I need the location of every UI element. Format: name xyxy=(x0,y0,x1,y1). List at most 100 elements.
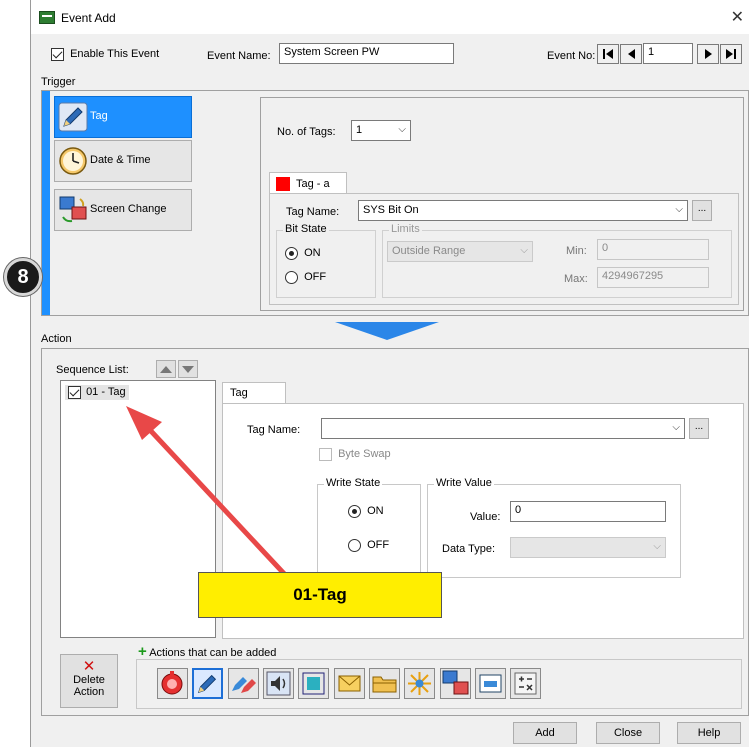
action-screen-change-button[interactable] xyxy=(440,668,471,699)
radio-selected-icon xyxy=(285,247,298,260)
action-email-button[interactable] xyxy=(334,668,365,699)
event-name-label: Event Name: xyxy=(207,50,271,62)
triangle-up-icon xyxy=(160,366,172,373)
step-badge-text: 8 xyxy=(17,266,29,288)
no-of-tags-value: 1 xyxy=(356,124,363,136)
min-label: Min: xyxy=(566,245,587,257)
chevron-down-icon: ⌵ xyxy=(672,422,680,433)
write-state-off-radio[interactable]: OFF xyxy=(348,539,389,552)
action-calc-button[interactable] xyxy=(510,668,541,699)
speaker-icon xyxy=(266,671,291,696)
bit-state-on-radio[interactable]: ON xyxy=(285,247,321,260)
trigger-tag-name-label: Tag Name: xyxy=(286,206,340,218)
value-label: Value: xyxy=(470,511,501,523)
move-up-button[interactable] xyxy=(156,360,176,378)
action-tag-name-select[interactable]: ⌵ xyxy=(321,418,685,439)
prev-event-button[interactable] xyxy=(620,44,642,64)
delete-action-button[interactable]: ✕ Delete Action xyxy=(60,654,118,708)
trigger-tag-button[interactable]: Tag xyxy=(54,96,192,138)
add-button[interactable]: Add xyxy=(513,722,577,744)
sequence-item-label: 01 - Tag xyxy=(86,386,126,399)
last-icon xyxy=(726,49,736,59)
write-state-on-radio[interactable]: ON xyxy=(348,505,384,518)
action-tag-button[interactable] xyxy=(192,668,223,699)
action-section-label: Action xyxy=(41,333,72,345)
tag-color-swatch xyxy=(276,177,290,191)
no-of-tags-select[interactable]: 1 ⌵ xyxy=(351,120,411,141)
checkbox-icon xyxy=(68,386,81,399)
help-button[interactable]: Help xyxy=(677,722,741,744)
tag-pen-icon xyxy=(197,674,217,694)
value-input[interactable]: 0 xyxy=(510,501,666,522)
min-input[interactable]: 0 xyxy=(597,239,709,260)
trigger-date-time-button[interactable]: Date & Time xyxy=(54,140,192,182)
trigger-section: Tag Date & Time Screen Change No. of Tag… xyxy=(41,90,749,316)
sequence-item[interactable]: 01 - Tag xyxy=(65,385,129,400)
trigger-tag-browse-button[interactable]: ... xyxy=(692,200,712,221)
event-no-input[interactable]: 1 xyxy=(643,43,693,64)
action-window-button[interactable] xyxy=(475,668,506,699)
bit-state-off-radio[interactable]: OFF xyxy=(285,271,326,284)
write-state-label: Write State xyxy=(324,477,383,489)
move-down-button[interactable] xyxy=(178,360,198,378)
delete-x-icon: ✕ xyxy=(82,658,96,675)
mail-icon xyxy=(338,675,361,692)
action-alarm-button[interactable] xyxy=(157,668,188,699)
enable-event-checkbox[interactable]: Enable This Event xyxy=(51,48,159,61)
action-screen-capture-button[interactable] xyxy=(298,668,329,699)
callout-box: 01-Tag xyxy=(198,572,442,618)
data-type-label: Data Type: xyxy=(442,543,495,555)
sequence-list: 01 - Tag xyxy=(60,380,216,638)
last-event-button[interactable] xyxy=(720,44,742,64)
close-icon[interactable]: ✕ xyxy=(731,7,744,27)
limits-group: Limits Outside Range ⌵ Min: 0 Max: 429496… xyxy=(382,223,732,298)
max-label: Max: xyxy=(564,273,588,285)
first-event-button[interactable] xyxy=(597,44,619,64)
tag-pen-icon xyxy=(58,102,88,132)
trigger-tag-label: Tag xyxy=(90,110,108,122)
action-tag-tab[interactable]: Tag xyxy=(222,382,286,404)
actions-can-add-label: Actions that can be added xyxy=(149,647,277,659)
next-event-button[interactable] xyxy=(697,44,719,64)
plus-icon: + xyxy=(138,643,147,660)
trigger-screen-change-label: Screen Change xyxy=(90,203,167,215)
screen-change-icon xyxy=(442,670,469,695)
step-badge: 8 xyxy=(4,258,42,296)
action-tag-copy-button[interactable] xyxy=(228,668,259,699)
close-button[interactable]: Close xyxy=(596,722,660,744)
actions-palette xyxy=(136,659,742,709)
action-tag-browse-button[interactable]: ... xyxy=(689,418,709,439)
action-sound-button[interactable] xyxy=(263,668,294,699)
event-no-label: Event No: xyxy=(547,50,596,62)
checkbox-icon xyxy=(51,48,64,61)
write-state-off-label: OFF xyxy=(367,539,390,552)
callout-text: 01-Tag xyxy=(293,585,347,604)
window-title: Event Add xyxy=(61,11,116,25)
tag-copy-icon xyxy=(232,677,256,693)
limits-mode-select[interactable]: Outside Range ⌵ xyxy=(387,241,533,262)
data-type-select[interactable]: ⌵ xyxy=(510,537,666,558)
trigger-tag-name-value: SYS Bit On xyxy=(363,204,419,216)
first-icon xyxy=(603,49,613,59)
action-file-button[interactable] xyxy=(369,668,400,699)
chevron-down-icon: ⌵ xyxy=(675,204,683,215)
chevron-down-icon: ⌵ xyxy=(520,245,528,256)
enable-event-label: Enable This Event xyxy=(70,48,160,61)
max-input[interactable]: 4294967295 xyxy=(597,267,709,288)
byte-swap-checkbox[interactable]: Byte Swap xyxy=(319,448,391,461)
trigger-accent-bar xyxy=(42,91,50,315)
write-value-group: Write Value Value: 0 Data Type: ⌵ xyxy=(427,477,681,578)
event-add-window: Event Add ✕ Enable This Event Event Name… xyxy=(30,0,749,747)
write-value-label: Write Value xyxy=(434,477,494,489)
chevron-down-icon: ⌵ xyxy=(398,124,406,135)
trigger-date-time-label: Date & Time xyxy=(90,154,151,166)
trigger-screen-change-button[interactable]: Screen Change xyxy=(54,189,192,231)
event-name-input[interactable]: System Screen PW xyxy=(279,43,454,64)
action-light-button[interactable] xyxy=(404,668,435,699)
byte-swap-label: Byte Swap xyxy=(338,448,391,461)
flow-arrow-down-icon xyxy=(335,322,439,340)
tag-a-tab[interactable]: Tag - a xyxy=(269,172,347,194)
sparkle-icon xyxy=(408,672,431,695)
trigger-tag-name-select[interactable]: SYS Bit On ⌵ xyxy=(358,200,688,221)
bit-state-group: Bit State ON OFF xyxy=(276,223,376,298)
